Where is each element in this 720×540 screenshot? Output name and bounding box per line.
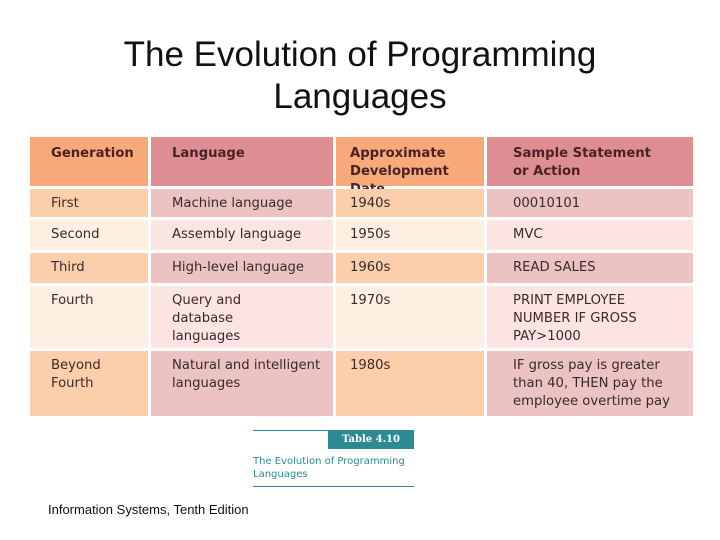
table-row-3-generation: Third <box>30 253 148 283</box>
table-row-2-generation: Second <box>30 220 148 250</box>
table-row-3-language: High-level language <box>151 253 333 283</box>
table-row-1-language: Machine language <box>151 189 333 217</box>
table-row-3-sample: READ SALES <box>487 253 693 283</box>
header-date: Approximate Development Date <box>336 137 484 197</box>
header-language: Language <box>151 137 333 186</box>
caption-title: The Evolution of Programming Languages <box>253 456 405 480</box>
table-row-4-date: 1970s <box>336 286 484 348</box>
table-row-5-sample: IF gross pay is greater than 40, THEN pa… <box>487 351 693 416</box>
table-row-5-language: Natural and intelligent languages <box>151 351 333 416</box>
table-row-2-language: Assembly language <box>151 220 333 250</box>
caption-label: Table 4.10 <box>328 430 414 449</box>
table-row-4-generation: Fourth <box>30 286 148 348</box>
table-caption: Table 4.10 The Evolution of Programming … <box>253 430 414 488</box>
table-row-5-date: 1980s <box>336 351 484 416</box>
header-sample: Sample Statement or Action <box>487 137 693 186</box>
table-row-2-sample: MVC <box>487 220 693 250</box>
table-row-1-date: 1940s <box>336 189 484 217</box>
slide-title: The Evolution of Programming Languages <box>0 34 720 118</box>
header-generation: Generation <box>30 137 148 186</box>
table-row-4-sample: PRINT EMPLOYEE NUMBER IF GROSS PAY>1000 <box>487 286 693 348</box>
table-row-1-sample: 00010101 <box>487 189 693 217</box>
slide-footer: Information Systems, Tenth Edition <box>48 502 249 517</box>
table-row-1-generation: First <box>30 189 148 217</box>
table-row-4-language: Query and database languages <box>151 286 333 348</box>
caption-bottom-rule <box>253 486 414 487</box>
slide-title-line-1: The Evolution of Programming <box>123 35 597 74</box>
languages-table: Generation Language Approximate Developm… <box>30 137 693 416</box>
table-row-5-generation: Beyond Fourth <box>30 351 148 416</box>
slide-title-line-2: Languages <box>273 77 447 116</box>
table-row-3-date: 1960s <box>336 253 484 283</box>
table-row-2-date: 1950s <box>336 220 484 250</box>
